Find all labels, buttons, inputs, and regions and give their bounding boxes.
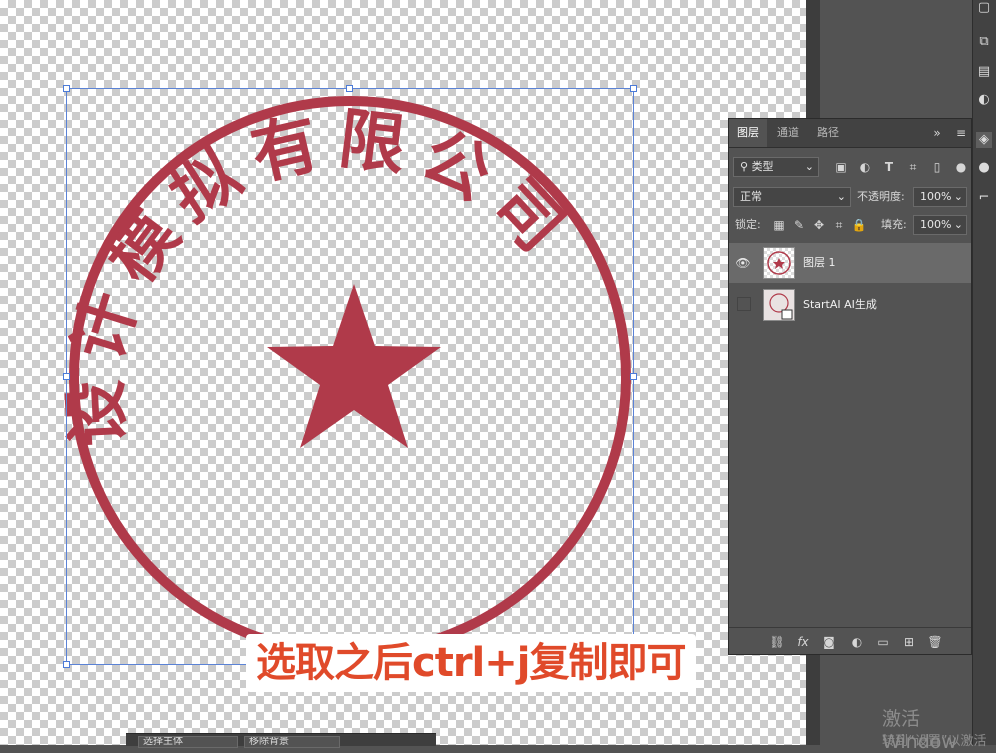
lock-image-icon[interactable]: ✎ [791,217,807,233]
channels-icon[interactable]: ● [976,160,992,176]
chevron-down-icon: ⌄ [953,190,963,203]
layer-filter-select[interactable]: ⚲ 类型 ⌄ [733,157,819,177]
new-group-icon[interactable]: ▭ [875,634,891,650]
transform-handle-ml[interactable] [63,373,70,380]
fill-input[interactable]: 100% ⌄ [913,215,967,235]
transform-handle-bl[interactable] [63,661,70,668]
remove-background-button[interactable]: 移除背景 [244,736,340,748]
transform-handle-tr[interactable] [630,85,637,92]
layer-thumbnail [763,289,795,321]
lock-position-icon[interactable]: ✥ [811,217,827,233]
layers-panel: 图层 通道 路径 » ≡ ⚲ 类型 ⌄ ▣ ◐ T ⌗ ▯ ● 正常 ⌄ 不透明… [728,118,972,655]
layers-bottom-toolbar: ⛓ fx ◙ ◐ ▭ ⊞ 🗑 [729,627,971,655]
layer-row[interactable]: 👁 图层 1 [729,243,971,283]
lock-transparent-icon[interactable]: ▦ [771,217,787,233]
right-tool-strip [972,0,996,745]
transform-bounding-box[interactable] [66,88,634,665]
contextual-task-bar: 选择主体 移除背景 [126,733,436,748]
activation-watermark-subtitle: 转到“设置”以激活 [882,734,987,749]
adjustment-filter-icon[interactable]: ◐ [857,159,873,175]
tab-channels[interactable]: 通道 [769,119,807,147]
delete-layer-icon[interactable]: 🗑 [927,634,943,650]
panel-menu-icon[interactable]: ≡ [953,125,969,141]
properties-icon[interactable]: ⧉ [976,34,992,50]
opacity-value: 100% [920,190,952,203]
tab-layers[interactable]: 图层 [729,119,767,147]
shape-filter-icon[interactable]: ⌗ [905,159,921,175]
chevron-down-icon: ⌄ [953,218,963,231]
smart-object-filter-icon[interactable]: ▯ [929,159,945,175]
history-icon[interactable]: ▢ [976,0,992,16]
fx-icon[interactable]: fx [795,634,811,650]
lock-label: 锁定: [735,218,761,231]
add-mask-icon[interactable]: ◙ [821,634,837,650]
opacity-label: 不透明度: [857,190,905,203]
new-layer-icon[interactable]: ⊞ [901,634,917,650]
chevron-down-icon: ⌄ [804,160,814,173]
filter-toggle-icon[interactable]: ● [953,159,969,175]
fill-label: 填充: [881,218,907,231]
new-adjustment-icon[interactable]: ◐ [849,634,865,650]
opacity-input[interactable]: 100% ⌄ [913,187,967,207]
layers-icon[interactable]: ◈ [976,132,992,148]
layer-name: StartAI AI生成 [803,298,877,311]
transform-handle-mr[interactable] [630,373,637,380]
visibility-eye-icon[interactable]: 👁 [735,255,751,271]
layer-thumbnail [763,247,795,279]
search-icon: ⚲ [740,160,752,173]
paths-icon[interactable]: ⌐ [976,190,992,206]
type-filter-icon[interactable]: T [881,159,897,175]
visibility-toggle-off[interactable] [737,297,751,311]
blend-mode-value: 正常 [740,190,762,203]
stamp-thumbnail-icon [767,251,791,275]
collapse-icon[interactable]: » [929,125,945,141]
layer-name: 图层 1 [803,256,836,269]
pixel-filter-icon[interactable]: ▣ [833,159,849,175]
stamp-thumbnail-icon [769,293,793,320]
link-layers-icon[interactable]: ⛓ [769,634,785,650]
lock-all-icon[interactable]: 🔒 [851,217,867,233]
filter-kind-value: 类型 [751,160,774,173]
tutorial-caption: 选取之后ctrl+j复制即可 [246,634,696,692]
tab-paths[interactable]: 路径 [809,119,847,147]
panel-dock-area [820,0,972,118]
fill-value: 100% [920,218,952,231]
adjustments-icon[interactable]: ◐ [976,92,992,108]
lock-artboard-icon[interactable]: ⌗ [831,217,847,233]
transform-handle-tc[interactable] [346,85,353,92]
swatches-icon[interactable]: ▤ [976,64,992,80]
panel-tabs: 图层 通道 路径 » ≡ [729,119,971,148]
select-subject-button[interactable]: 选择主体 [138,736,238,748]
blend-mode-select[interactable]: 正常 ⌄ [733,187,851,207]
chevron-down-icon: ⌄ [836,190,846,203]
layer-row[interactable]: StartAI AI生成 [729,285,971,325]
transform-handle-tl[interactable] [63,85,70,92]
